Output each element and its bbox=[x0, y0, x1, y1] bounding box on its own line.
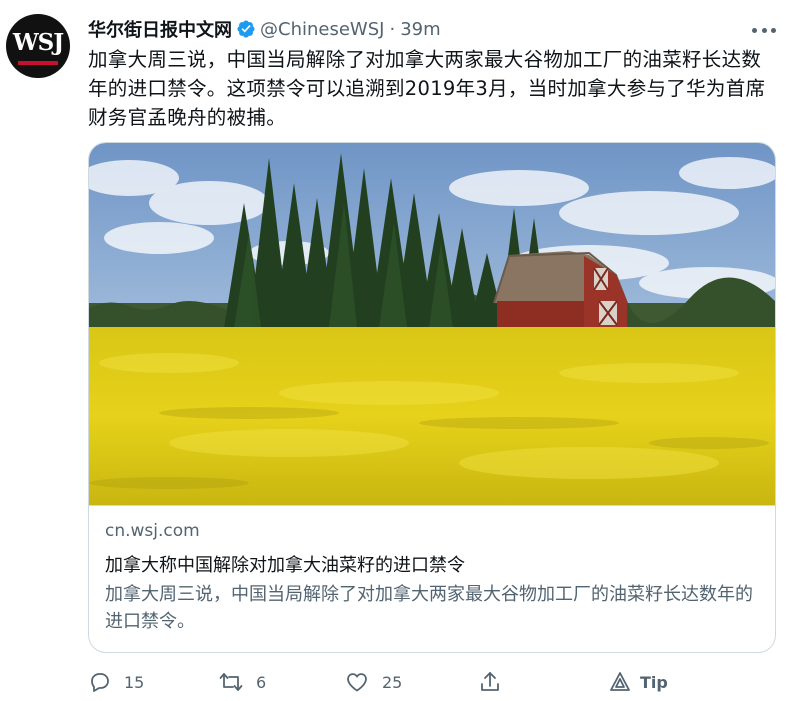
author-name[interactable]: 华尔街日报中文网 bbox=[88, 16, 232, 42]
like-count: 25 bbox=[382, 672, 403, 692]
retweet-icon bbox=[219, 673, 243, 691]
retweet-button[interactable]: 6 bbox=[218, 670, 266, 694]
wsj-logo-text: WSJ bbox=[12, 28, 64, 56]
retweet-count: 6 bbox=[256, 672, 267, 692]
tip-icon bbox=[610, 672, 630, 691]
author-handle[interactable]: @ChineseWSJ bbox=[260, 19, 384, 40]
tip-button[interactable]: Tip bbox=[608, 670, 668, 694]
card-meta[interactable]: cn.wsj.com 加拿大称中国解除对加拿大油菜籽的进口禁令 加拿大周三说，中… bbox=[89, 505, 775, 652]
tweet-text: 加拿大周三说，中国当局解除了对加拿大两家最大谷物加工厂的油菜籽长达数年的进口禁令… bbox=[88, 48, 766, 129]
action-bar: 15 6 25 Tip bbox=[88, 670, 688, 700]
share-button[interactable] bbox=[478, 670, 502, 694]
card-description: 加拿大周三说，中国当局解除了对加拿大两家最大谷物加工厂的油菜籽长达数年的进口禁令… bbox=[105, 584, 753, 632]
card-image[interactable] bbox=[89, 143, 775, 505]
separator-dot: · bbox=[389, 18, 396, 40]
reply-button[interactable]: 15 bbox=[88, 670, 144, 694]
tweet-header: 华尔街日报中文网 @ChineseWSJ · 39m bbox=[88, 16, 772, 42]
canola-field-barn-image bbox=[89, 143, 775, 505]
verified-badge-icon bbox=[237, 20, 255, 38]
heart-icon bbox=[347, 673, 367, 692]
like-button[interactable]: 25 bbox=[344, 670, 402, 694]
logo-red-bar bbox=[18, 61, 58, 65]
tip-label: Tip bbox=[640, 672, 668, 692]
timestamp[interactable]: 39m bbox=[400, 19, 440, 40]
more-options-icon[interactable] bbox=[752, 20, 776, 40]
reply-icon bbox=[91, 673, 109, 692]
link-card[interactable]: cn.wsj.com 加拿大称中国解除对加拿大油菜籽的进口禁令 加拿大周三说，中… bbox=[88, 142, 776, 653]
avatar[interactable]: WSJ bbox=[6, 14, 70, 78]
card-domain: cn.wsj.com bbox=[105, 521, 200, 541]
card-title: 加拿大称中国解除对加拿大油菜籽的进口禁令 bbox=[105, 555, 465, 576]
share-icon bbox=[481, 672, 499, 691]
reply-count: 15 bbox=[124, 672, 145, 692]
